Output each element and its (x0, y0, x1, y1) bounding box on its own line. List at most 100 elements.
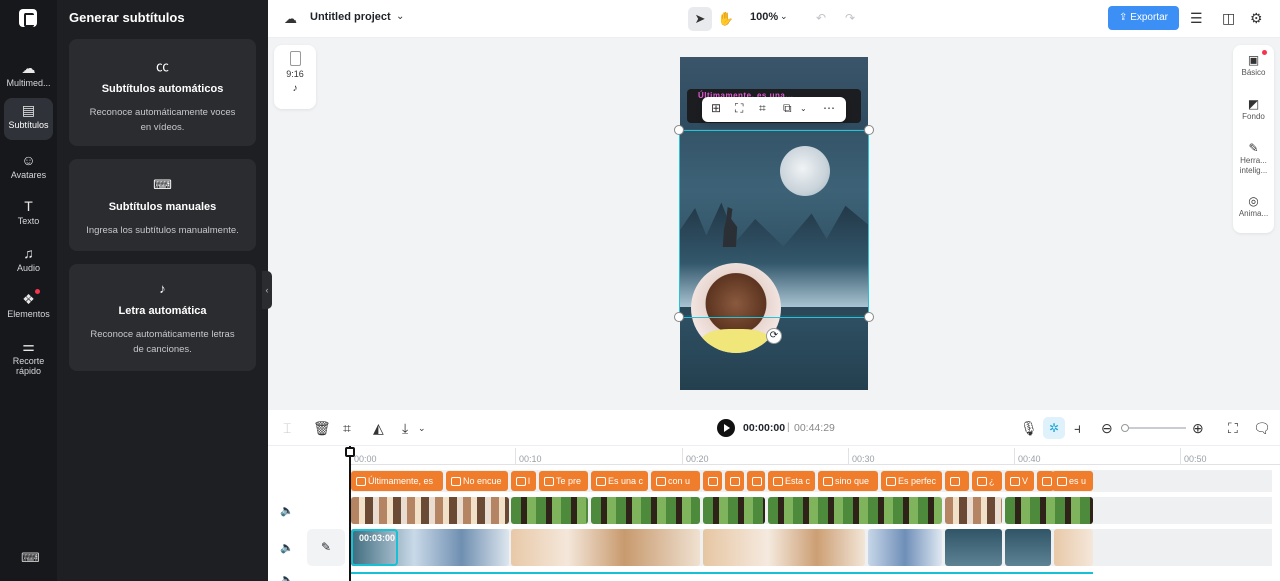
microphone-icon[interactable]: 🎙 (1020, 420, 1038, 437)
subtitle-clip[interactable] (945, 471, 969, 491)
keyboard-shortcuts-icon[interactable]: ⌨ (21, 550, 40, 566)
delete-icon[interactable]: 🗑 (313, 420, 331, 437)
subtitle-clip[interactable]: Es una c (591, 471, 648, 491)
background-video-clip[interactable] (945, 529, 1002, 566)
subtitle-clip[interactable]: Es perfec (881, 471, 942, 491)
background-video-clip[interactable] (1005, 529, 1051, 566)
prop-label: Fondo (1242, 112, 1265, 121)
fit-frame-icon[interactable]: ⛶ (735, 101, 743, 116)
zoom-in-icon[interactable]: ⊕ (1192, 420, 1204, 437)
chevron-down-icon[interactable]: ⌄ (800, 104, 807, 113)
download-icon[interactable]: ⤓ (402, 420, 408, 437)
timeline-ruler (350, 464, 1280, 465)
magic-wand-icon: ✎ (1248, 141, 1259, 155)
prop-basic[interactable]: ▣ Básico (1233, 54, 1274, 78)
subtitle-clip[interactable]: V (1005, 471, 1034, 491)
export-button[interactable]: ⇪ Exportar (1108, 6, 1179, 30)
subtitle-clip[interactable]: ¿ (972, 471, 1002, 491)
edit-track-icon[interactable]: ✎ (307, 529, 345, 566)
aspect-ratio-widget[interactable]: 9:16 ♪ (274, 45, 316, 109)
subtitle-clip[interactable]: con u (651, 471, 700, 491)
sidebar-item-text[interactable]: T Texto (4, 194, 53, 232)
speaker-icon[interactable]: 🔈 (280, 573, 294, 581)
sidebar-item-subtitles[interactable]: ▤ Subtítulos (4, 98, 53, 140)
resize-handle[interactable] (864, 125, 874, 135)
cloud-save-icon[interactable]: ☁ (284, 11, 297, 27)
undo-icon[interactable]: ↶ (816, 11, 826, 25)
redo-icon[interactable]: ↷ (845, 11, 855, 25)
resize-handle[interactable] (864, 312, 874, 322)
background-video-clip[interactable] (1054, 529, 1093, 566)
avatar-video-clip[interactable] (768, 497, 942, 524)
flip-icon[interactable]: ◭ (373, 420, 384, 437)
manual-subtitles-card[interactable]: ⌨ Subtítulos manuales Ingresa los subtít… (69, 159, 256, 251)
chevron-down-icon[interactable]: ⌄ (396, 11, 404, 22)
subtitle-clip[interactable]: Te pre (539, 471, 588, 491)
layers-icon[interactable]: ☰ (1190, 10, 1203, 27)
comment-icon[interactable]: 🗨 (1253, 420, 1271, 437)
resize-handle[interactable] (674, 312, 684, 322)
background-video-clip[interactable] (703, 529, 865, 566)
avatar-video-clip[interactable] (351, 497, 509, 524)
card-title: Subtítulos manuales (108, 201, 217, 213)
chevron-down-icon[interactable]: ⌄ (780, 11, 788, 22)
auto-subtitles-card[interactable]: ㏄ Subtítulos automáticos Reconoce automá… (69, 39, 256, 146)
subtitle-clip[interactable]: Esta c (768, 471, 815, 491)
replace-media-icon[interactable]: ⊞ (711, 101, 721, 115)
text-icon: T (24, 198, 33, 214)
clip-text: Es una c (608, 476, 644, 486)
subtitle-clip[interactable]: l (511, 471, 536, 491)
background-video-clip[interactable] (511, 529, 700, 566)
split-clip-icon[interactable]: ⫞ (1074, 420, 1081, 437)
subtitle-clip[interactable]: es u (1052, 471, 1093, 491)
play-button[interactable] (717, 419, 735, 437)
layout-icon[interactable]: ◫ (1222, 10, 1235, 27)
fullscreen-icon[interactable]: ⛶ (1228, 420, 1238, 437)
avatar-video-clip[interactable] (703, 497, 765, 524)
subtitle-clip[interactable] (747, 471, 765, 491)
clip-text: con u (668, 476, 691, 486)
subtitle-clip[interactable]: sino que (818, 471, 878, 491)
playhead-handle[interactable] (345, 447, 355, 457)
settings-icon[interactable]: ⚙ (1250, 10, 1263, 27)
resize-handle[interactable] (674, 125, 684, 135)
app-logo[interactable] (19, 9, 37, 27)
zoom-slider[interactable] (1121, 427, 1186, 429)
rotate-icon[interactable]: ⟳ (766, 328, 782, 344)
background-video-clip[interactable] (868, 529, 942, 566)
crop-icon[interactable]: ⌗ (343, 420, 351, 437)
sidebar-item-quick-cut[interactable]: ⚌ Recorte rápido (4, 334, 53, 380)
panel-collapse-handle[interactable]: ‹ (262, 271, 272, 309)
avatar-video-clip[interactable] (591, 497, 700, 524)
sidebar-item-elements[interactable]: ❖ Elementos (4, 287, 53, 325)
avatar-video-clip[interactable] (1005, 497, 1093, 524)
crop-icon[interactable]: ⌗ (759, 101, 766, 116)
subtitle-clip[interactable]: Últimamente, es (351, 471, 443, 491)
speaker-icon[interactable]: 🔈 (280, 504, 294, 517)
pointer-tool-icon[interactable]: ➤ (688, 7, 712, 31)
avatar-video-clip[interactable] (945, 497, 1002, 524)
avatar-video-clip[interactable] (511, 497, 588, 524)
auto-snap-icon[interactable]: ✲ (1043, 417, 1065, 439)
chevron-down-icon[interactable]: ⌄ (418, 423, 426, 434)
prop-animation[interactable]: ◎ Anima... (1233, 195, 1274, 219)
sidebar-item-audio[interactable]: ♫ Audio (4, 241, 53, 279)
speaker-icon[interactable]: 🔈 (280, 541, 294, 554)
sidebar-item-media[interactable]: ☁ Multimed... (4, 56, 53, 94)
split-icon[interactable]: ⌶ (283, 420, 291, 437)
project-name[interactable]: Untitled project (310, 11, 391, 23)
prop-background[interactable]: ◩ Fondo (1233, 98, 1274, 122)
subtitle-clip[interactable] (725, 471, 744, 491)
sidebar-item-avatars[interactable]: ☺ Avatares (4, 148, 53, 186)
prop-smart-tools[interactable]: ✎ Herra... intelig... (1233, 141, 1274, 176)
subtitle-clip[interactable] (703, 471, 722, 491)
auto-lyrics-card[interactable]: ♪ Letra automática Reconoce automáticame… (69, 264, 256, 371)
zoom-level[interactable]: 100% (750, 11, 778, 23)
more-options-icon[interactable]: ⋯ (823, 101, 835, 115)
playhead[interactable] (349, 446, 351, 581)
zoom-out-icon[interactable]: ⊖ (1101, 420, 1113, 437)
zoom-slider-knob[interactable] (1121, 424, 1129, 432)
mask-icon[interactable]: ⧉ (783, 101, 792, 116)
hand-tool-icon[interactable]: ✋ (714, 7, 738, 31)
subtitle-clip[interactable]: No encue (446, 471, 508, 491)
